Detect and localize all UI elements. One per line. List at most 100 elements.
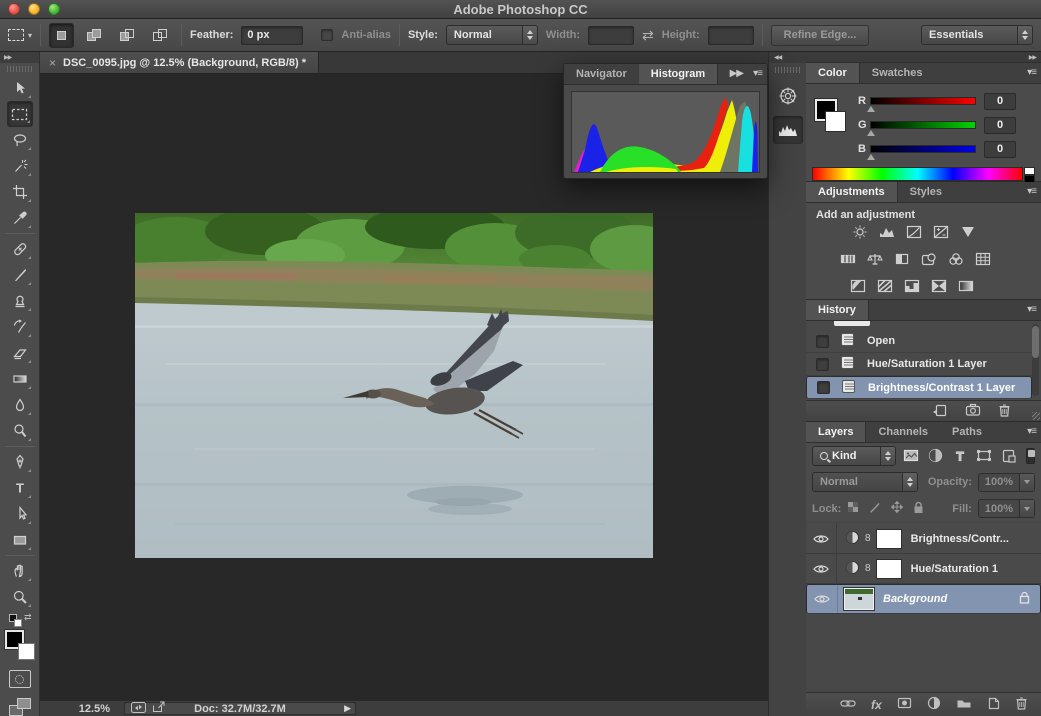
anti-alias-checkbox[interactable] (321, 29, 333, 41)
type-tool[interactable]: T (7, 475, 33, 501)
swap-colors-icon[interactable]: ⇄ (24, 612, 32, 623)
visibility-toggle[interactable] (806, 524, 837, 553)
hand-tool[interactable] (7, 558, 33, 584)
color-spectrum-ramp[interactable] (812, 167, 1023, 181)
panel-menu-icon[interactable]: ▾≡ (1027, 67, 1036, 78)
blend-mode-select[interactable]: Normal (812, 472, 918, 492)
filter-type-layers-icon[interactable]: T (951, 447, 969, 464)
add-layer-mask-button[interactable] (897, 697, 912, 712)
screen-mode-button[interactable] (9, 698, 31, 716)
swap-width-height-icon[interactable]: ⇄ (642, 27, 654, 44)
panel-menu-icon[interactable]: ▾≡ (753, 68, 762, 79)
photo-filter-icon[interactable] (919, 251, 939, 267)
channel-mixer-icon[interactable] (946, 251, 966, 267)
green-slider[interactable] (870, 121, 976, 129)
tab-swatches[interactable]: Swatches (860, 63, 935, 83)
rectangle-tool[interactable] (7, 527, 33, 553)
close-tab-icon[interactable]: × (49, 56, 56, 70)
history-source-checkbox[interactable] (816, 335, 829, 348)
white-swatch[interactable] (1024, 167, 1035, 175)
lock-all-icon[interactable] (913, 501, 924, 517)
tab-styles[interactable]: Styles (898, 182, 954, 202)
red-slider[interactable] (870, 97, 976, 105)
dodge-tool[interactable] (7, 418, 33, 444)
red-value-field[interactable]: 0 (984, 93, 1016, 110)
width-input[interactable] (588, 26, 634, 45)
color-lookup-icon[interactable] (973, 251, 993, 267)
slider-thumb[interactable] (867, 106, 875, 112)
lock-position-icon[interactable] (890, 500, 904, 517)
tab-paths[interactable]: Paths (940, 422, 994, 442)
eraser-tool[interactable] (7, 340, 33, 366)
new-layer-button[interactable] (987, 697, 1000, 713)
tab-navigator[interactable]: Navigator (564, 64, 639, 84)
panel-menu-icon[interactable]: ▾≡ (1027, 304, 1036, 315)
document-tab[interactable]: × DSC_0095.jpg @ 12.5% (Background, RGB/… (40, 52, 319, 73)
filter-kind-select[interactable]: Kind (812, 446, 896, 466)
visibility-toggle[interactable] (806, 554, 837, 583)
panel-resize-grip[interactable] (1032, 412, 1040, 420)
invert-icon[interactable] (848, 278, 868, 294)
height-input[interactable] (708, 26, 754, 45)
quick-mask-button[interactable] (9, 670, 31, 688)
workspace-select[interactable]: Essentials (921, 25, 1033, 45)
curves-icon[interactable] (904, 224, 924, 240)
tab-history[interactable]: History (806, 300, 869, 320)
history-scrollbar[interactable] (1032, 324, 1039, 396)
scrollbar-thumb[interactable] (1032, 326, 1039, 358)
layer-thumbnail[interactable] (844, 588, 874, 610)
slider-thumb[interactable] (867, 130, 875, 136)
posterize-icon[interactable] (875, 278, 895, 294)
dock-collapse-header[interactable]: ▶▶ (806, 52, 1041, 63)
history-state-brightness-contrast[interactable]: Brightness/Contrast 1 Layer (806, 376, 1032, 399)
tab-adjustments[interactable]: Adjustments (806, 182, 898, 202)
magic-wand-tool[interactable] (7, 153, 33, 179)
tools-collapse-header[interactable]: ▶▶ (0, 52, 39, 63)
strip-expand-header[interactable]: ◀◀ (769, 52, 806, 63)
clone-stamp-tool[interactable] (7, 288, 33, 314)
background-color-swatch[interactable] (825, 111, 846, 132)
layer-row-hue-saturation[interactable]: 8 Hue/Saturation 1 (806, 554, 1041, 584)
feather-input[interactable] (241, 26, 303, 45)
layer-mask-thumbnail[interactable] (876, 559, 902, 579)
color-balance-icon[interactable] (865, 251, 885, 267)
layer-row-brightness-contrast[interactable]: 8 Brightness/Contr... (806, 524, 1041, 554)
status-options-arrow-icon[interactable]: ▶ (344, 703, 351, 714)
add-to-selection-button[interactable] (82, 23, 107, 48)
tab-layers[interactable]: Layers (806, 422, 866, 442)
snapshot-thumbnail-partial[interactable] (834, 321, 870, 326)
lasso-tool[interactable] (7, 127, 33, 153)
new-selection-button[interactable] (49, 23, 74, 48)
tool-preset-picker[interactable]: ▾ (8, 23, 32, 47)
style-select[interactable]: Normal (446, 25, 538, 45)
refine-edge-button[interactable]: Refine Edge... (771, 25, 870, 46)
subtract-from-selection-button[interactable] (115, 23, 140, 48)
filter-toggle-switch[interactable] (1026, 448, 1035, 464)
link-layers-button[interactable] (840, 699, 856, 711)
crop-tool[interactable] (7, 179, 33, 205)
intersect-selection-button[interactable] (148, 23, 173, 48)
background-color-swatch[interactable] (18, 643, 35, 660)
selective-color-icon[interactable] (956, 278, 976, 294)
filter-shape-layers-icon[interactable] (975, 447, 993, 464)
history-source-checkbox[interactable] (817, 381, 830, 394)
threshold-icon[interactable] (902, 278, 922, 294)
filter-smart-objects-icon[interactable] (1000, 447, 1018, 464)
opacity-dropdown[interactable]: 100% (978, 473, 1035, 492)
spot-healing-brush-tool[interactable] (7, 236, 33, 262)
blue-value-field[interactable]: 0 (984, 141, 1016, 158)
navigator-panel-icon[interactable] (773, 82, 803, 110)
history-state-open[interactable]: Open (806, 330, 1032, 353)
filter-adjustment-layers-icon[interactable] (926, 447, 944, 464)
zoom-level-field[interactable]: 12.5% (40, 703, 110, 715)
layer-style-button[interactable]: fx (871, 698, 882, 712)
levels-icon[interactable] (877, 224, 897, 240)
histogram-panel-icon[interactable] (773, 116, 803, 144)
black-white-icon[interactable] (892, 251, 912, 267)
tab-histogram[interactable]: Histogram (639, 64, 718, 84)
rectangular-marquee-tool[interactable] (7, 101, 33, 127)
gradient-tool[interactable] (7, 366, 33, 392)
tab-color[interactable]: Color (806, 63, 860, 83)
delete-state-button[interactable] (998, 403, 1011, 420)
eyedropper-tool[interactable] (7, 205, 33, 231)
